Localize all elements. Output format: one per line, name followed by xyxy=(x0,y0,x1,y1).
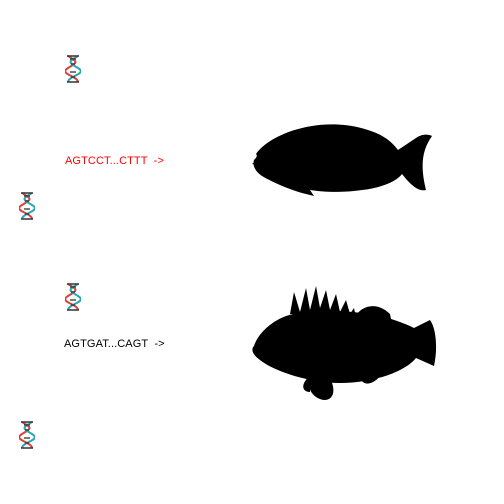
sequence-label-2: AGTGAT...CAGT -> xyxy=(64,338,165,350)
dna-helix-icon xyxy=(19,421,35,449)
dna-helix-icon xyxy=(19,192,35,220)
sequence-label-1: AGTCCT...CTTT -> xyxy=(65,155,164,167)
dna-helix-icon xyxy=(65,283,81,311)
dna-helix-icon xyxy=(65,55,81,83)
rockfish-silhouette xyxy=(252,286,437,400)
surgeonfish-silhouette xyxy=(252,124,432,196)
